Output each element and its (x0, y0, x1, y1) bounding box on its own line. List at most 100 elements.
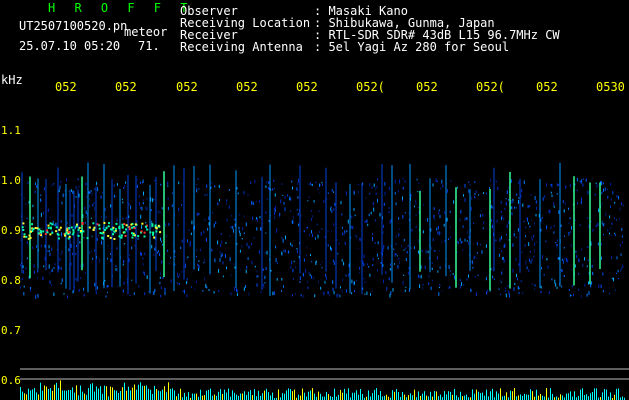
spectrogram-pixel (68, 248, 70, 251)
spectrogram-pixel (285, 235, 286, 240)
signal-hotspot (101, 232, 104, 235)
spectrogram-pixel (607, 188, 608, 190)
spectrogram-pixel (122, 289, 124, 293)
spectrogram-pixel (246, 242, 248, 247)
signal-hotspot (101, 236, 104, 239)
spectrogram-pixel (154, 288, 156, 292)
spectrogram-pixel (336, 293, 338, 298)
spectrogram-pixel (85, 272, 86, 274)
spectrogram-pixel (345, 191, 347, 194)
spectrogram-pixel (204, 218, 206, 222)
spectrogram-pixel (262, 268, 264, 271)
histogram-bar (130, 390, 131, 400)
spectrogram-pixel (245, 285, 247, 288)
histogram-bar (94, 391, 95, 400)
spectrogram-pixel (167, 185, 169, 187)
spectrogram-pixel (281, 237, 283, 239)
spectrogram-pixel (321, 181, 323, 184)
spectrogram-pixel (383, 224, 385, 228)
spectrogram-pixel (292, 215, 294, 220)
spectrogram-pixel (482, 213, 484, 217)
spectrogram-pixel (306, 254, 307, 257)
spectrogram-pixel (368, 213, 370, 217)
spectrogram-pixel (419, 284, 421, 288)
spectrogram-pixel (405, 247, 407, 250)
spectrogram-pixel (274, 215, 276, 220)
spectrogram-pixel (468, 181, 470, 183)
spectrogram-pixel (386, 286, 388, 291)
spectrogram-pixel (404, 212, 406, 214)
spectrogram-pixel (439, 284, 441, 287)
histogram-bar (452, 394, 453, 400)
spectrogram-pixel (377, 269, 378, 272)
spectrogram-pixel (382, 264, 384, 267)
signal-hotspot (25, 235, 28, 238)
spectrogram-pixel (206, 184, 208, 188)
spectrogram-pixel (528, 269, 530, 272)
spectrogram-pixel (371, 290, 373, 293)
spectrogram-pixel (388, 277, 390, 281)
spectrogram-pixel (264, 282, 266, 284)
histogram-bar (414, 389, 415, 400)
spectrogram-pixel (234, 266, 236, 269)
histogram-bar (614, 394, 615, 400)
spectrogram-pixel (331, 248, 333, 251)
spectrogram-pixel (281, 290, 283, 292)
spectrogram-pixel (293, 260, 295, 263)
spectrogram-pixel (309, 274, 311, 277)
spectrogram-pixel (506, 234, 507, 236)
spectrogram-pixel (330, 246, 332, 250)
spectrogram-pixel (26, 241, 28, 244)
spectrogram-pixel (333, 290, 335, 295)
signal-hotspot (104, 229, 106, 231)
signal-hotspot (131, 236, 134, 239)
signal-hotspot (109, 236, 112, 239)
spectrogram-pixel (500, 200, 502, 204)
spectrogram-pixel (256, 283, 258, 287)
histogram-bar (500, 388, 501, 400)
spectrogram-pixel (220, 244, 222, 247)
spectrogram-pixel (370, 211, 372, 215)
spectrogram-pixel (176, 282, 178, 284)
spectrogram-pixel (564, 235, 566, 237)
spectrogram-pixel (593, 274, 594, 276)
histogram-bar (360, 389, 361, 400)
spectrogram-pixel (202, 290, 204, 292)
spectrogram-pixel (383, 202, 385, 206)
spectrogram-pixel (383, 279, 384, 284)
spectrogram-pixel (37, 277, 39, 279)
spectrogram-pixel (357, 190, 359, 194)
spectrogram-pixel (142, 257, 144, 260)
spectrogram-pixel (178, 207, 180, 212)
spectrogram-pixel (36, 185, 38, 189)
signal-hotspot (157, 224, 160, 227)
histogram-bar (126, 390, 127, 400)
spectrogram-pixel (204, 194, 206, 196)
spectrogram-pixel (98, 257, 100, 259)
spectrogram-pixel (577, 202, 579, 205)
spectrogram-pixel (116, 247, 118, 249)
histogram-bar (472, 389, 473, 400)
histogram-bar (378, 395, 379, 400)
spectrogram-pixel (482, 227, 484, 230)
spectrogram-pixel (398, 217, 400, 220)
spectrogram-pixel (401, 245, 403, 248)
histogram-bar (84, 393, 85, 400)
spectrogram-pixel (498, 253, 500, 257)
spectrogram-pixel (457, 241, 459, 243)
spectrogram-pixel (282, 195, 284, 196)
spectrogram-pixel (226, 199, 228, 202)
spectrogram-pixel (183, 289, 185, 294)
spectrogram-pixel (132, 240, 134, 242)
spectrogram-pixel (358, 183, 360, 186)
histogram-bar (118, 393, 119, 400)
spectrogram-pixel (449, 270, 451, 272)
spectrogram-pixel (125, 217, 127, 220)
histogram-bar (312, 388, 313, 400)
spectrogram-pixel (365, 197, 367, 199)
spectrogram-pixel (292, 278, 294, 280)
spectrogram-pixel (506, 190, 508, 195)
signal-hotspot (128, 228, 131, 231)
spectrogram-pixel (432, 183, 434, 187)
spectrogram-pixel (275, 258, 277, 262)
